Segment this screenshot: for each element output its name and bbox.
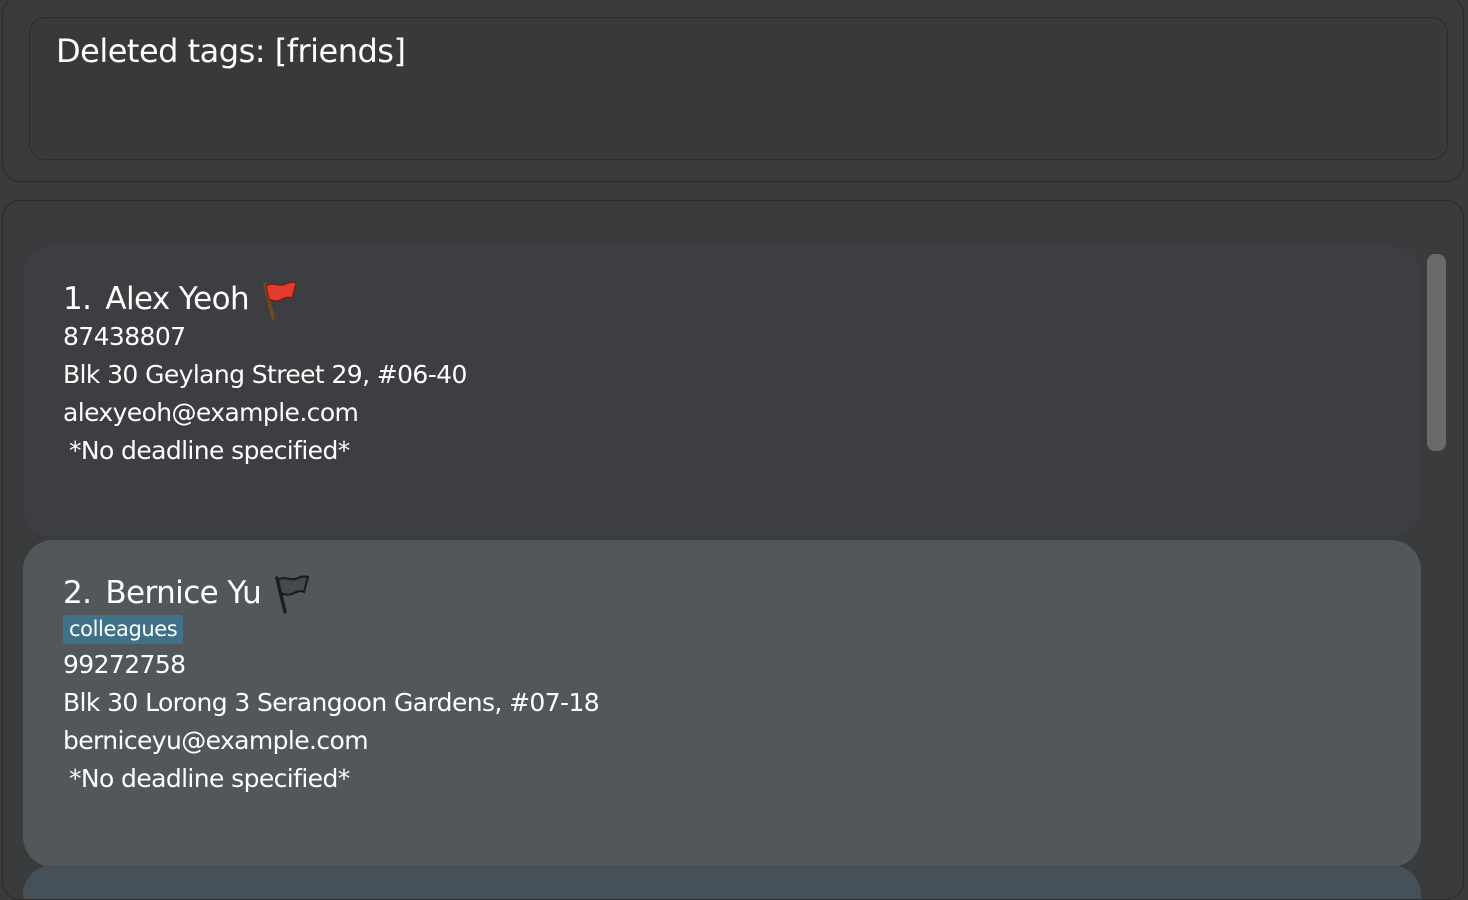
- person-address: Blk 30 Lorong 3 Serangoon Gardens, #07-1…: [63, 688, 600, 717]
- person-phone: 87438807: [63, 322, 186, 351]
- person-list-panel[interactable]: 1. Alex Yeoh 87438807 Blk 30 Geylang Str…: [2, 200, 1464, 900]
- person-phone: 99272758: [63, 650, 186, 679]
- black-flag-icon: [275, 575, 310, 614]
- person-name: Alex Yeoh: [105, 281, 250, 317]
- person-deadline: *No deadline specified*: [69, 764, 350, 793]
- person-card-selected[interactable]: 2. Bernice Yu colleagues 99272758 Blk 30…: [23, 540, 1421, 867]
- person-card[interactable]: 1. Alex Yeoh 87438807 Blk 30 Geylang Str…: [23, 246, 1421, 537]
- person-address: Blk 30 Geylang Street 29, #06-40: [63, 360, 467, 389]
- person-email: alexyeoh@example.com: [63, 398, 359, 427]
- list-scrollbar[interactable]: [1427, 254, 1446, 451]
- result-message: Deleted tags: [friends]: [56, 32, 406, 70]
- person-deadline: *No deadline specified*: [69, 436, 350, 465]
- person-email: berniceyu@example.com: [63, 726, 369, 755]
- red-flag-icon: [263, 281, 297, 320]
- person-index: 2.: [63, 575, 92, 611]
- result-display-panel: Deleted tags: [friends]: [2, 0, 1464, 182]
- person-card[interactable]: [23, 865, 1421, 899]
- tag-colleagues: colleagues: [63, 615, 184, 644]
- person-index: 1.: [63, 281, 92, 317]
- result-display-box: Deleted tags: [friends]: [29, 17, 1448, 160]
- person-name-line: 2. Bernice Yu: [63, 572, 313, 614]
- person-name-line: 1. Alex Yeoh: [63, 278, 301, 320]
- person-name: Bernice Yu: [105, 575, 262, 611]
